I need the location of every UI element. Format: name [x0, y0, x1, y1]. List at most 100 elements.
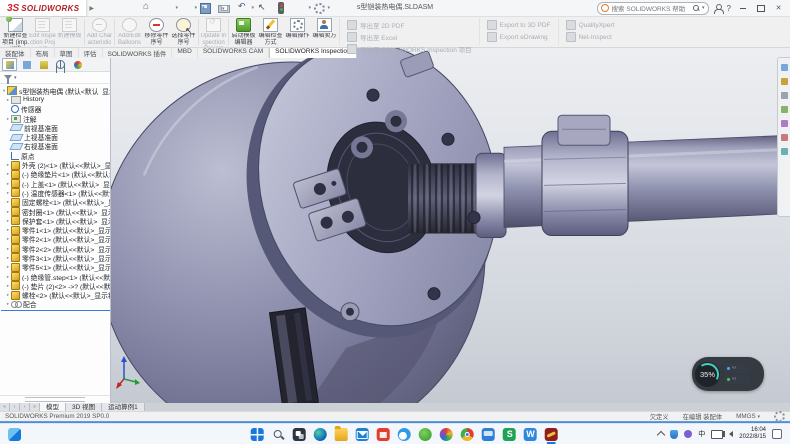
ribbon-button[interactable]: [228, 19, 229, 45]
taskbar-app-icon[interactable]: [440, 428, 453, 441]
command-tab[interactable]: 评估: [79, 47, 103, 58]
tree-item[interactable]: ▸ (-) 绝缘垫片<1> (默认<<默认>_显示: [1, 170, 110, 179]
ribbon-button[interactable]: 移除零件序号: [143, 17, 170, 47]
quick-access-icon[interactable]: [199, 2, 211, 14]
clock[interactable]: 16:04 2022/8/15: [739, 427, 766, 441]
quick-access-icon[interactable]: [256, 2, 268, 14]
taskbar-app-icon[interactable]: [272, 428, 285, 441]
ribbon-button[interactable]: Edit Inspection Project: [29, 17, 56, 47]
ribbon-button[interactable]: 编辑卖方: [311, 17, 338, 47]
ime-indicator[interactable]: 中: [698, 429, 705, 439]
task-pane-forum-icon[interactable]: [781, 148, 788, 155]
tree-item[interactable]: ▸ 零件1<1> (默认<<默认>_显示状态: [1, 225, 110, 234]
tree-item[interactable]: ▸ 密封圈<1> (默认<<默认>_显示状态: [1, 207, 110, 216]
taskbar-app-icon[interactable]: [482, 428, 495, 441]
panel-tab[interactable]: [36, 58, 51, 71]
tree-item[interactable]: ▸ 零件3<1> (默认<<默认>_显示状态: [1, 253, 110, 262]
taskbar-app-icon[interactable]: [398, 428, 411, 441]
quick-access-icon[interactable]: [294, 2, 306, 14]
tree-item[interactable]: ▸ 右视基准面: [1, 142, 110, 151]
tree-item[interactable]: ▸ 保护套<1> (默认<<默认>_显示状态: [1, 216, 110, 225]
taskbar-app-icon[interactable]: [314, 428, 327, 441]
tray-overflow-chevron-icon[interactable]: [657, 431, 665, 439]
task-pane-custom-props-icon[interactable]: [781, 134, 788, 141]
panel-tab[interactable]: [87, 58, 102, 71]
panel-tab[interactable]: [19, 58, 34, 71]
task-pane-strip[interactable]: [777, 57, 790, 217]
task-pane-view-palette-icon[interactable]: [781, 106, 788, 113]
tree-filter-bar[interactable]: ▾: [0, 72, 110, 84]
tree-item[interactable]: ▸ History: [1, 95, 110, 104]
volume-icon[interactable]: [729, 431, 733, 437]
menu-expand-arrow[interactable]: ▶: [89, 5, 94, 12]
tree-item[interactable]: ▸ 注解: [1, 114, 110, 123]
tree-item[interactable]: ▸ 零件2<2> (默认<<默认>_显示状态: [1, 244, 110, 253]
ribbon-button[interactable]: 编辑操作: [284, 17, 311, 47]
panel-tab[interactable]: [70, 58, 85, 71]
login-icon[interactable]: [714, 4, 722, 13]
minimize-button[interactable]: [736, 2, 749, 14]
tree-item[interactable]: ▸ 零件2<1> (默认<<默认>_显示状态: [1, 235, 110, 244]
taskbar-app-icon[interactable]: [335, 428, 348, 441]
tray-app-icon[interactable]: [684, 430, 692, 438]
overlay-widget-button-1[interactable]: «‹: [724, 364, 751, 373]
export-item[interactable]: Net-Inspect: [566, 32, 615, 42]
export-item[interactable]: 导出至 2D PDF: [347, 20, 472, 30]
command-tab[interactable]: 布局: [31, 47, 55, 58]
panel-tab[interactable]: [2, 58, 17, 71]
graphics-viewport[interactable]: 35% «‹ «‹: [110, 47, 790, 403]
quick-access-icon[interactable]: [275, 2, 287, 14]
export-item[interactable]: Export to 3D PDF: [487, 20, 551, 30]
zoom-percent-indicator[interactable]: 35%: [695, 362, 720, 387]
tree-item[interactable]: ▸ (-) 温度传感器<1> (默认<<默认>_显: [1, 188, 110, 197]
filter-dropdown-caret[interactable]: ▾: [14, 75, 17, 81]
quick-access-icon[interactable]: [180, 2, 192, 14]
close-button[interactable]: [772, 2, 785, 14]
taskbar-app-icon[interactable]: [461, 428, 474, 441]
ribbon-button[interactable]: [114, 19, 115, 45]
tree-item[interactable]: ▸ 外壳 (2)<1> (默认<<默认>_显示状态: [1, 160, 110, 169]
export-item[interactable]: QualityXpert: [566, 20, 615, 30]
task-pane-resources-icon[interactable]: [781, 64, 788, 71]
quick-access-icon[interactable]: [237, 2, 249, 14]
taskbar-app-icon[interactable]: [419, 428, 432, 441]
command-tab[interactable]: SOLIDWORKS 插件: [103, 47, 173, 58]
quick-access-icon[interactable]: [218, 2, 230, 14]
tree-item[interactable]: ▸ 上视基准面: [1, 132, 110, 141]
command-tab[interactable]: SOLIDWORKS Inspection: [269, 47, 357, 58]
ribbon-button[interactable]: [198, 19, 199, 45]
security-shield-icon[interactable]: [670, 430, 678, 439]
widgets-icon[interactable]: [8, 428, 21, 441]
command-tab[interactable]: 草图: [55, 47, 79, 58]
panel-splitter[interactable]: [0, 395, 110, 403]
restore-button[interactable]: [754, 2, 767, 14]
tree-item[interactable]: ▸ 原点: [1, 151, 110, 160]
task-pane-explorer-icon[interactable]: [781, 92, 788, 99]
taskbar-app-icon[interactable]: [356, 428, 369, 441]
command-tab[interactable]: 装配体: [0, 47, 31, 58]
units-selector[interactable]: MMGS ▾: [736, 413, 760, 420]
panel-tab[interactable]: [53, 58, 68, 71]
export-item[interactable]: 导出至 Excel: [347, 32, 472, 42]
notification-center-icon[interactable]: [772, 429, 782, 439]
taskbar-app-icon[interactable]: [251, 428, 264, 441]
search-icon[interactable]: [693, 5, 699, 11]
ribbon-button[interactable]: [84, 19, 85, 45]
quick-access-icon[interactable]: [142, 2, 154, 14]
tree-item[interactable]: ▸ 螺栓<2> (默认<<默认>_显示状态: [1, 291, 110, 300]
search-dropdown-caret[interactable]: ▾: [702, 5, 705, 11]
tree-item[interactable]: ▸ (-) 上盖<1> (默认<<默认>_显示状态: [1, 179, 110, 188]
ribbon-button[interactable]: 编辑检查方式: [257, 17, 284, 47]
task-pane-appearances-icon[interactable]: [781, 120, 788, 127]
tree-root-item[interactable]: ▾ s型铠装热电偶 (默认<默认_显示状态-1: [1, 86, 110, 95]
help-icon[interactable]: ?: [727, 4, 731, 13]
quick-access-icon[interactable]: [313, 2, 325, 14]
search-input[interactable]: 搜索 SOLIDWORKS 帮助 ▾: [597, 2, 709, 15]
command-tab[interactable]: MBD: [172, 47, 197, 58]
tree-item[interactable]: ▸ 固定螺栓<1> (默认<<默认>_显示状: [1, 198, 110, 207]
taskbar-app-icon[interactable]: [377, 428, 390, 441]
tree-item[interactable]: ▸ (-) 垫片 (2)<2> ->? (默认<<默认>_显: [1, 281, 110, 290]
screen-overlay-widget[interactable]: 35% «‹ «‹: [692, 357, 764, 391]
tree-item[interactable]: ▸ 零件5<1> (默认<<默认>_显示状态: [1, 263, 110, 272]
taskbar-app-icon[interactable]: [545, 428, 558, 441]
